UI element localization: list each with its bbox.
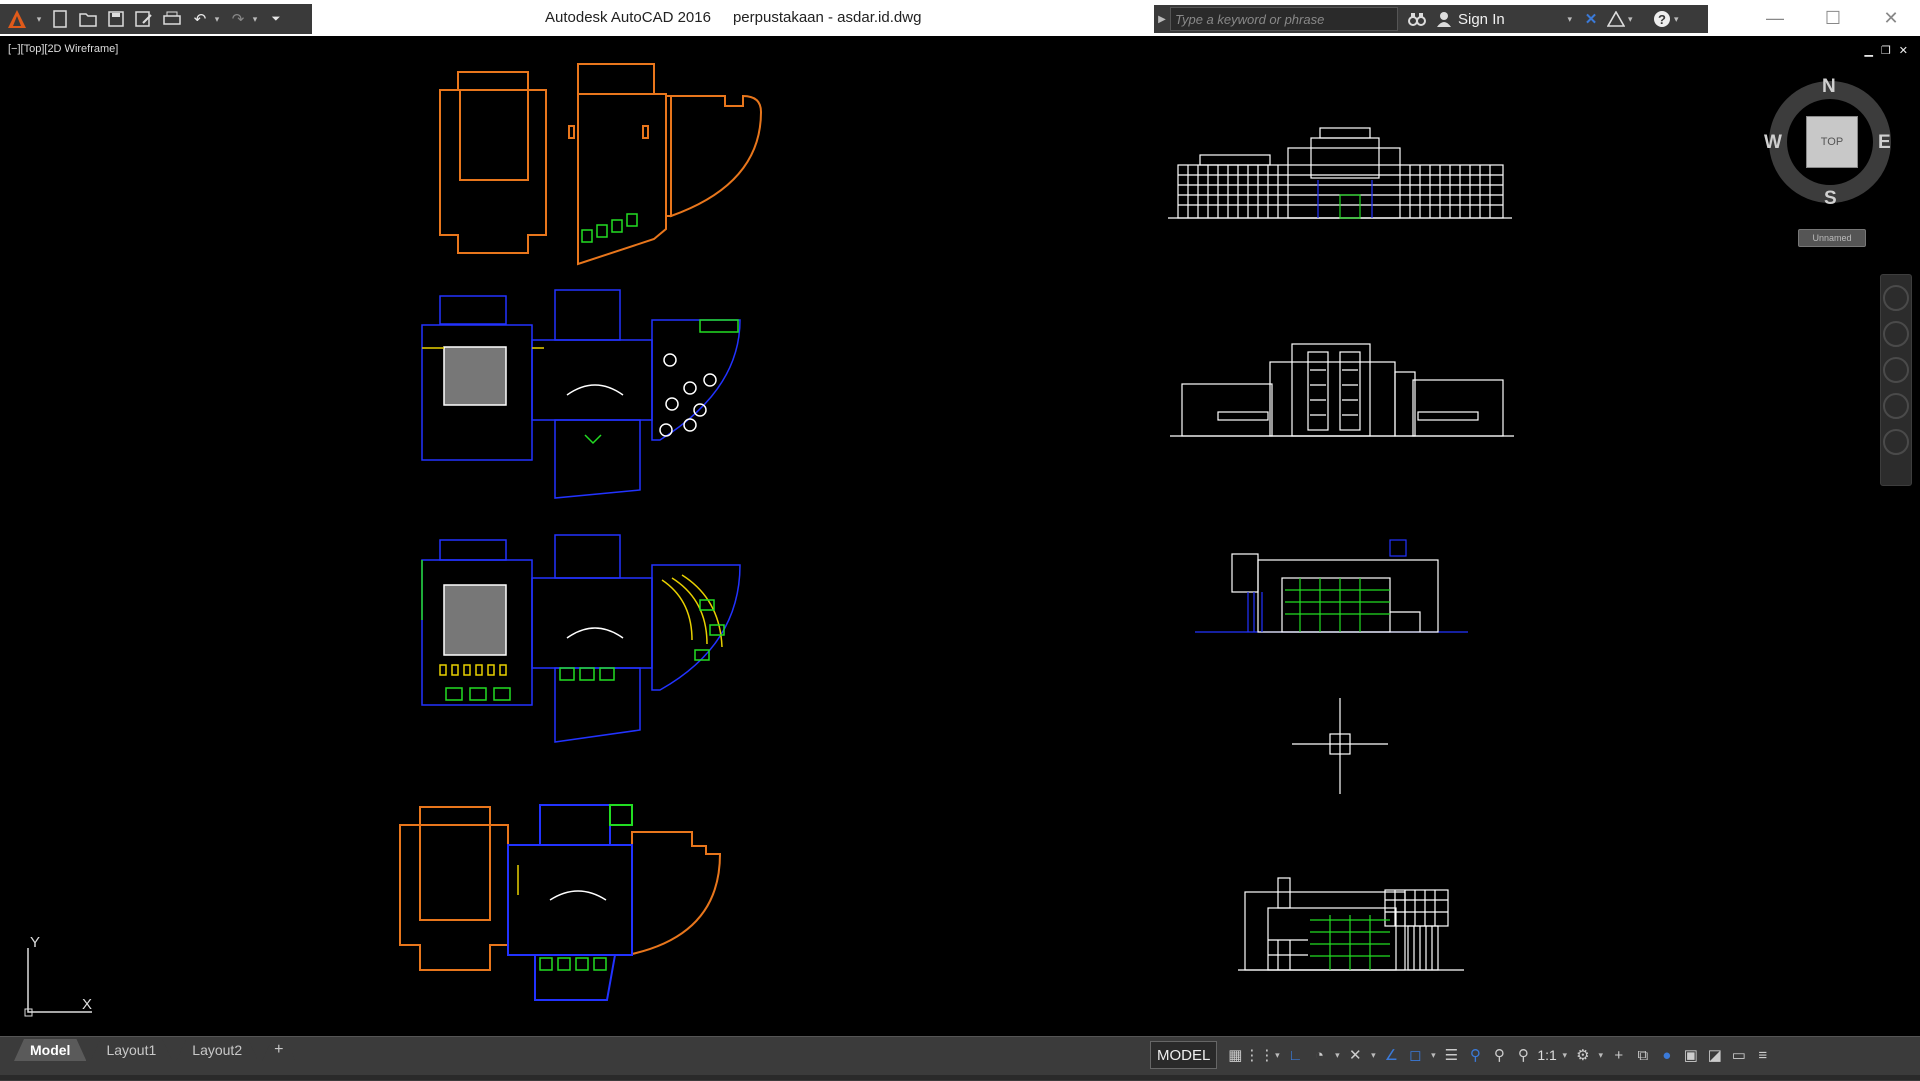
viewport-minimize-icon[interactable]: ▁ bbox=[1864, 44, 1872, 57]
units-icon[interactable]: ⧉ bbox=[1631, 1042, 1655, 1068]
first-floor-plan bbox=[421, 534, 741, 743]
orbit-icon[interactable] bbox=[1883, 393, 1909, 419]
binoculars-icon[interactable] bbox=[1408, 11, 1426, 27]
snap-icon[interactable]: ⋮⋮ bbox=[1244, 1042, 1274, 1068]
customize-toolbar-icon[interactable]: ⏷ bbox=[264, 7, 288, 31]
wcs-menu[interactable]: Unnamed bbox=[1798, 229, 1866, 247]
title-bar: ▾ ↶ ▾ ↷ ▾ ⏷ Autodesk AutoCAD 2016 perpust… bbox=[0, 0, 1920, 36]
app-name: Autodesk AutoCAD 2016 bbox=[545, 9, 711, 26]
scale-dropdown-icon[interactable]: ▾ bbox=[1559, 1050, 1571, 1061]
ground-floor-plan bbox=[421, 289, 741, 499]
viewport-controls-label[interactable]: [−][Top][2D Wireframe] bbox=[8, 43, 118, 55]
svg-text:?: ? bbox=[1658, 12, 1666, 27]
lineweight-icon[interactable]: ☰ bbox=[1439, 1042, 1463, 1068]
autodesk-360-icon[interactable] bbox=[1607, 11, 1626, 27]
search-input[interactable] bbox=[1170, 7, 1398, 31]
redo-icon[interactable]: ↷ bbox=[226, 7, 250, 31]
ucs-y-label: Y bbox=[30, 934, 41, 951]
tab-model[interactable]: Model bbox=[14, 1039, 86, 1061]
undo-dropdown-icon[interactable]: ▾ bbox=[212, 14, 222, 25]
annotation-visibility-icon[interactable]: ⚲ bbox=[1463, 1042, 1487, 1068]
close-button[interactable]: ✕ bbox=[1862, 0, 1920, 36]
compass-west[interactable]: W bbox=[1764, 132, 1782, 154]
workspace-dropdown-icon[interactable]: ▾ bbox=[1595, 1050, 1607, 1061]
new-icon[interactable] bbox=[48, 7, 72, 31]
tab-layout2[interactable]: Layout2 bbox=[176, 1039, 258, 1061]
maximize-button[interactable]: ☐ bbox=[1804, 0, 1862, 36]
help-dropdown-icon[interactable]: ▾ bbox=[1671, 14, 1681, 25]
tab-layout1[interactable]: Layout1 bbox=[90, 1039, 172, 1061]
snap-dropdown-icon[interactable]: ▾ bbox=[1271, 1050, 1283, 1061]
lock-ui-icon[interactable]: ▣ bbox=[1679, 1042, 1703, 1068]
ucs-x-label: X bbox=[82, 996, 93, 1013]
redo-dropdown-icon[interactable]: ▾ bbox=[250, 14, 260, 25]
quick-access-toolbar: ▾ ↶ ▾ ↷ ▾ ⏷ bbox=[0, 4, 312, 34]
zoom-icon[interactable] bbox=[1883, 357, 1909, 383]
roof-plan-green-marks bbox=[581, 213, 638, 243]
stay-connected-dropdown-icon[interactable]: ▾ bbox=[1625, 14, 1635, 25]
isolate-objects-icon[interactable]: ◪ bbox=[1703, 1042, 1727, 1068]
crosshair-cursor bbox=[1292, 698, 1388, 794]
user-icon[interactable] bbox=[1436, 11, 1452, 27]
object-snap-icon[interactable]: ◻ bbox=[1403, 1042, 1427, 1068]
save-as-icon[interactable] bbox=[132, 7, 156, 31]
status-toolbar: MODEL ▦ ⋮⋮ ▾ ∟ ◔ ▾ ✕ ▾ ∠ ◻ ▾ ☰ ⚲ ⚲ ⚲ 1:1… bbox=[1150, 1040, 1775, 1070]
viewport-close-icon[interactable]: ✕ bbox=[1899, 44, 1908, 57]
annotation-scale-icon[interactable]: ⚲ bbox=[1511, 1042, 1535, 1068]
viewport-restore-icon[interactable]: ❐ bbox=[1881, 44, 1891, 57]
viewport-window-controls: ▁ ❐ ✕ bbox=[1864, 44, 1908, 57]
pan-icon[interactable] bbox=[1883, 321, 1909, 347]
roof-plan bbox=[439, 63, 763, 266]
workspace-gear-icon[interactable]: ⚙ bbox=[1571, 1042, 1595, 1068]
app-menu-dropdown-icon[interactable]: ▾ bbox=[34, 14, 44, 25]
customization-menu-icon[interactable]: ≡ bbox=[1751, 1042, 1775, 1068]
compass-south[interactable]: S bbox=[1824, 188, 1837, 210]
drawing-svg bbox=[399, 63, 1891, 1001]
rear-elevation bbox=[1195, 539, 1468, 633]
window-controls: — ☐ ✕ bbox=[1746, 0, 1920, 36]
showmotion-icon[interactable] bbox=[1883, 429, 1909, 455]
save-icon[interactable] bbox=[104, 7, 128, 31]
object-snap-tracking-icon[interactable]: ∠ bbox=[1379, 1042, 1403, 1068]
exchange-apps-icon[interactable]: ✕ bbox=[1585, 10, 1598, 28]
annotation-scale-value[interactable]: 1:1 bbox=[1535, 1047, 1558, 1063]
quick-properties-icon[interactable]: ● bbox=[1655, 1042, 1679, 1068]
document-name: perpustakaan - asdar.id.dwg bbox=[732, 9, 922, 26]
isodraft-icon[interactable]: ✕ bbox=[1343, 1042, 1367, 1068]
infocenter-bar: ▶ Sign In ▾ ✕ ▾ ? ▾ bbox=[1154, 5, 1708, 33]
window-title: Autodesk AutoCAD 2016 perpustakaan - asda… bbox=[545, 9, 943, 26]
clean-screen-icon[interactable]: ▭ bbox=[1727, 1042, 1751, 1068]
auto-scale-icon[interactable]: ⚲ bbox=[1487, 1042, 1511, 1068]
model-space-button[interactable]: MODEL bbox=[1150, 1041, 1218, 1069]
drawing-area[interactable] bbox=[0, 36, 1920, 1036]
sign-in-dropdown-icon[interactable]: ▾ bbox=[1565, 14, 1575, 25]
polar-dropdown-icon[interactable]: ▾ bbox=[1331, 1050, 1343, 1061]
autocad-logo-icon[interactable] bbox=[0, 4, 34, 34]
ucs-icon: Y X bbox=[20, 934, 110, 1020]
side-elevation bbox=[1170, 343, 1514, 437]
compass-north[interactable]: N bbox=[1822, 76, 1836, 98]
front-elevation bbox=[1168, 127, 1512, 219]
taskbar-strip bbox=[0, 1075, 1920, 1080]
layout-tabs: Model Layout1 Layout2 + bbox=[14, 1039, 295, 1061]
section-elevation bbox=[1238, 877, 1464, 971]
annotation-monitor-icon[interactable]: + bbox=[1607, 1042, 1631, 1068]
navigation-bar bbox=[1880, 274, 1912, 486]
search-expand-icon[interactable]: ▶ bbox=[1154, 14, 1170, 25]
polar-tracking-icon[interactable]: ◔ bbox=[1307, 1042, 1331, 1068]
steering-wheel-icon[interactable] bbox=[1883, 285, 1909, 311]
ortho-icon[interactable]: ∟ bbox=[1283, 1042, 1307, 1068]
object-snap-dropdown-icon[interactable]: ▾ bbox=[1427, 1050, 1439, 1061]
undo-icon[interactable]: ↶ bbox=[188, 7, 212, 31]
sign-in-button[interactable]: Sign In bbox=[1458, 11, 1505, 28]
viewcube-top-face[interactable]: TOP bbox=[1806, 116, 1858, 168]
compass-east[interactable]: E bbox=[1878, 132, 1891, 154]
plot-icon[interactable] bbox=[160, 7, 184, 31]
new-layout-button[interactable]: + bbox=[262, 1039, 295, 1061]
isodraft-dropdown-icon[interactable]: ▾ bbox=[1367, 1050, 1379, 1061]
second-floor-plan bbox=[399, 804, 722, 1001]
minimize-button[interactable]: — bbox=[1746, 0, 1804, 36]
help-icon[interactable]: ? bbox=[1653, 10, 1671, 28]
open-icon[interactable] bbox=[76, 7, 100, 31]
